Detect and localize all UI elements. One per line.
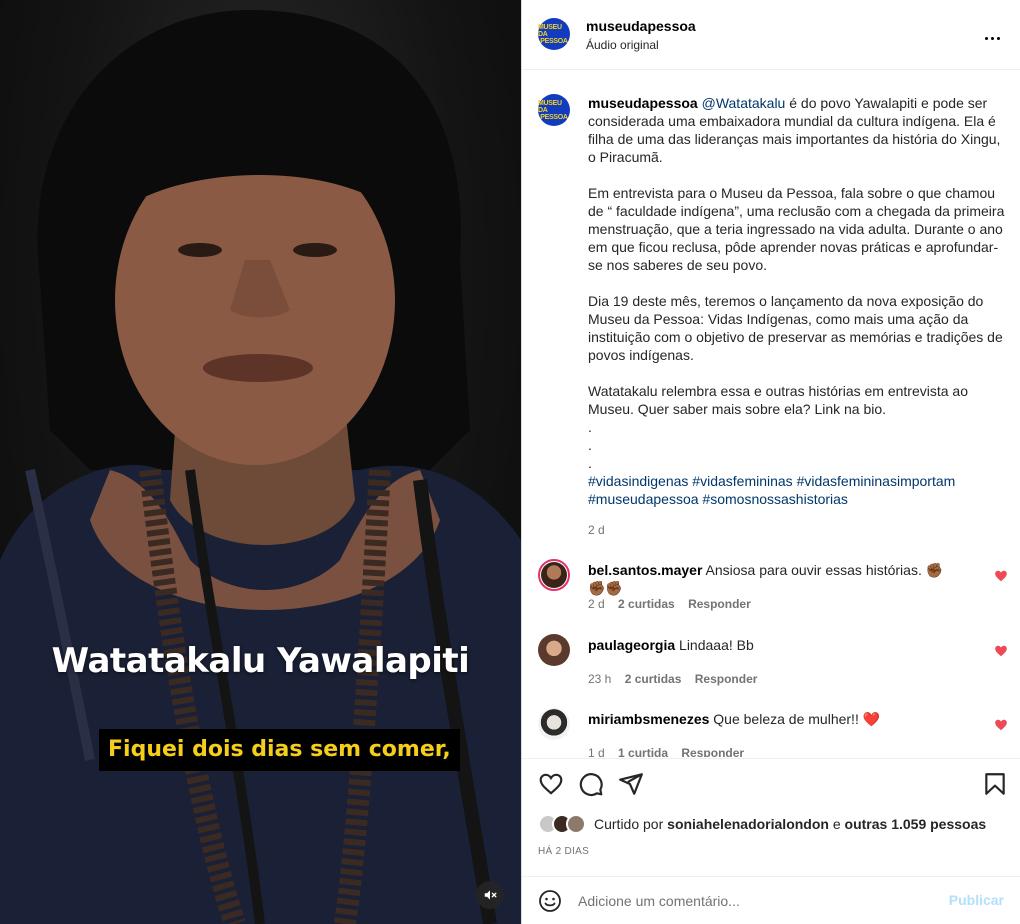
avatar[interactable] <box>538 634 570 666</box>
video-player[interactable]: Watatakalu Yawalapiti Fiquei dois dias s… <box>0 0 521 924</box>
more-horizontal-icon <box>983 27 1001 45</box>
liker-avatar[interactable] <box>566 814 586 834</box>
comment-username[interactable]: bel.santos.mayer <box>588 562 702 578</box>
comment-username[interactable]: miriambsmenezes <box>588 711 709 727</box>
avatar[interactable] <box>538 559 570 591</box>
heart-filled-icon[interactable] <box>994 644 1008 658</box>
comment-meta: 23 h 2 curtidas Responder <box>588 672 757 686</box>
speaker-muted-icon <box>484 890 497 900</box>
caption-mention[interactable]: @Watatakalu <box>702 95 786 111</box>
post-actions-bar <box>522 758 1020 813</box>
mute-button[interactable] <box>476 881 504 909</box>
comment-text-row: paulageorgia Lindaaa! Bb <box>588 636 948 654</box>
caption-time[interactable]: 2 d <box>588 523 605 537</box>
share-send-icon[interactable] <box>618 771 644 797</box>
hashtag-link[interactable]: #vidasfemininas <box>692 473 792 489</box>
audio-label[interactable]: Áudio original <box>586 38 659 52</box>
caption-paragraph-3: Dia 19 deste mês, teremos o lançamento d… <box>588 293 1003 363</box>
bookmark-icon[interactable] <box>982 771 1008 797</box>
likes-prefix: Curtido por <box>594 816 668 832</box>
post-author-username[interactable]: museudapessoa <box>586 18 696 34</box>
likes-text: Curtido por soniahelenadorialondon e out… <box>594 816 986 832</box>
post-panel: MUSEU DA PESSOA museudapessoa Áudio orig… <box>521 0 1020 924</box>
likes-summary: Curtido por soniahelenadorialondon e out… <box>538 812 986 836</box>
post-header: MUSEU DA PESSOA museudapessoa Áudio orig… <box>522 0 1020 70</box>
logo-text-line1: MUSEU DA <box>538 23 562 38</box>
comment-text: Que beleza de mulher!! ❤️ <box>713 711 881 727</box>
logo-text-line1: MUSEU DA <box>538 99 562 114</box>
caption-paragraph-4: Watatakalu relembra essa e outras histór… <box>588 383 968 471</box>
avatar[interactable]: MUSEU DA PESSOA <box>538 18 570 50</box>
heart-filled-icon[interactable] <box>994 718 1008 732</box>
add-comment-bar: Publicar <box>522 876 1020 924</box>
avatar[interactable]: MUSEU DA PESSOA <box>538 94 570 126</box>
likes-middle: e <box>828 816 845 832</box>
caption-text: museudapessoa @Watatakalu é do povo Yawa… <box>588 94 1008 508</box>
comment-likes[interactable]: 1 curtida <box>618 746 668 757</box>
avatar[interactable] <box>538 708 570 740</box>
comments-scroll-area[interactable]: MUSEU DA PESSOA museudapessoa @Watatakal… <box>522 71 1020 757</box>
comment-meta: 1 d 1 curtida Responder <box>588 746 744 757</box>
reply-button[interactable]: Responder <box>695 672 758 686</box>
more-options-button[interactable] <box>980 24 1004 48</box>
post-date[interactable]: HÁ 2 DIAS <box>538 846 589 857</box>
comment-text: Lindaaa! Bb <box>679 637 754 653</box>
comment-time[interactable]: 23 h <box>588 672 611 686</box>
comment-likes[interactable]: 2 curtidas <box>618 597 675 611</box>
reply-button[interactable]: Responder <box>688 597 751 611</box>
hashtag-link[interactable]: #vidasfemininasimportam <box>797 473 956 489</box>
comment-input[interactable] <box>578 889 938 913</box>
video-subtitle: Fiquei dois dias sem comer, <box>99 729 460 771</box>
logo-text-line2: PESSOA <box>540 37 568 45</box>
caption-paragraph-2: Em entrevista para o Museu da Pessoa, fa… <box>588 185 1005 273</box>
caption-hashtags: #vidasindigenas #vidasfemininas #vidasfe… <box>588 472 1008 508</box>
comment-text-row: miriambsmenezes Que beleza de mulher!! ❤… <box>588 710 948 728</box>
liker-username[interactable]: soniahelenadorialondon <box>667 816 829 832</box>
caption-username[interactable]: museudapessoa <box>588 95 698 111</box>
video-name-caption: Watatakalu Yawalapiti <box>51 641 470 681</box>
reply-button[interactable]: Responder <box>681 746 744 757</box>
likes-others-link[interactable]: outras 1.059 pessoas <box>845 816 987 832</box>
comment-meta: 2 d 2 curtidas Responder <box>588 597 751 611</box>
hashtag-link[interactable]: #vidasindigenas <box>588 473 688 489</box>
comment-text-row: bel.santos.mayer Ansiosa para ouvir essa… <box>588 561 948 597</box>
emoji-icon[interactable] <box>538 889 562 913</box>
comment-time[interactable]: 2 d <box>588 597 605 611</box>
comment-username[interactable]: paulageorgia <box>588 637 675 653</box>
comment-time[interactable]: 1 d <box>588 746 605 757</box>
heart-outline-icon[interactable] <box>538 771 564 797</box>
hashtag-link[interactable]: #somosnossashistorias <box>702 491 848 507</box>
comment-likes[interactable]: 2 curtidas <box>625 672 682 686</box>
heart-filled-icon[interactable] <box>994 569 1008 583</box>
logo-text-line2: PESSOA <box>540 113 568 121</box>
hashtag-link[interactable]: #museudapessoa <box>588 491 699 507</box>
publish-button[interactable]: Publicar <box>949 892 1004 908</box>
video-frame <box>0 10 521 924</box>
comment-icon[interactable] <box>578 771 604 797</box>
